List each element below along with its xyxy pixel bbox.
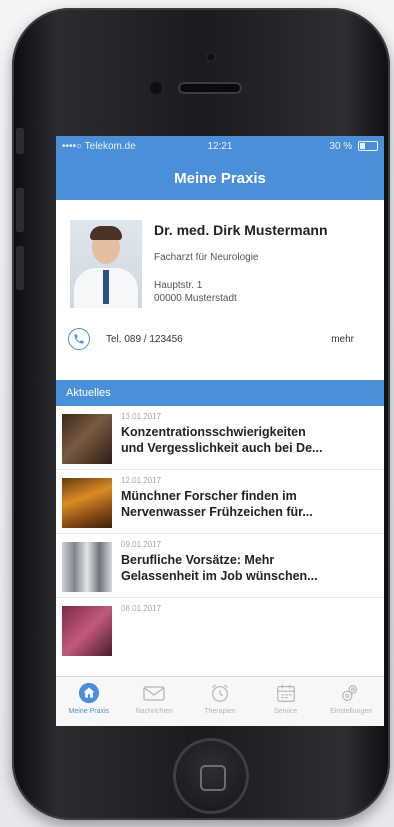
news-thumbnail	[62, 478, 112, 528]
phone-number-link[interactable]: Tel. 089 / 123456	[106, 334, 331, 345]
news-thumbnail	[62, 606, 112, 656]
news-item[interactable]: 12.01.2017 Münchner Forscher finden im N…	[56, 470, 384, 534]
news-date: 12.01.2017	[121, 476, 162, 485]
home-icon	[78, 682, 99, 704]
news-section-header: Aktuelles	[56, 380, 384, 406]
phone-icon[interactable]	[68, 328, 90, 350]
doctor-profile: Dr. med. Dirk Mustermann Facharzt für Ne…	[56, 200, 384, 320]
news-date: 09.01.2017	[121, 540, 162, 549]
news-date: 13.01.2017	[121, 412, 162, 421]
news-thumbnail	[62, 542, 112, 592]
proximity-sensor	[206, 52, 216, 62]
calendar-icon	[276, 684, 295, 702]
tab-service[interactable]: Service	[253, 677, 319, 726]
news-thumbnail	[62, 414, 112, 464]
battery-icon	[357, 140, 378, 151]
phone-device: ••••○ Telekom.de 12:21 30 % Meine Praxis	[12, 8, 390, 820]
more-link[interactable]: mehr	[331, 334, 354, 345]
doctor-info: Dr. med. Dirk Mustermann Facharzt für Ne…	[142, 220, 328, 320]
doctor-photo	[70, 220, 142, 308]
doctor-name: Dr. med. Dirk Mustermann	[154, 222, 328, 238]
carrier-label: ••••○ Telekom.de	[62, 140, 136, 152]
tab-label: Einstellungen	[330, 708, 373, 715]
news-title: Münchner Forscher finden im Nervenwasser…	[121, 489, 313, 519]
news-item[interactable]: 08.01.2017	[56, 598, 384, 662]
news-title: Berufliche Vorsätze: Mehr Gelassenheit i…	[121, 553, 318, 583]
address-city: 00000 Musterstadt	[154, 293, 237, 304]
battery-indicator: 30 %	[273, 141, 378, 152]
app-screen: ••••○ Telekom.de 12:21 30 % Meine Praxis	[56, 136, 384, 726]
volume-down-button	[16, 246, 24, 290]
tab-einstellungen[interactable]: Einstellungen	[318, 677, 384, 726]
tab-nachrichten[interactable]: Nachrichten	[122, 677, 188, 726]
volume-up-button	[16, 188, 24, 232]
front-camera	[150, 82, 162, 94]
mute-switch	[16, 128, 24, 154]
doctor-specialty: Facharzt für Neurologie	[154, 252, 259, 263]
battery-percent: 30 %	[329, 140, 353, 152]
tab-label: Meine Praxis	[68, 708, 110, 715]
tab-label: Service	[273, 708, 298, 715]
tab-label: Therapien	[204, 708, 236, 715]
home-button[interactable]	[173, 738, 249, 814]
news-item[interactable]: 09.01.2017 Berufliche Vorsätze: Mehr Gel…	[56, 534, 384, 598]
envelope-icon	[143, 686, 166, 701]
tab-therapien[interactable]: Therapien	[187, 677, 253, 726]
tab-bar: Meine Praxis Nachrichten Therapien Servi…	[56, 676, 384, 726]
page-title: Meine Praxis	[174, 169, 266, 187]
earpiece-speaker	[178, 82, 242, 94]
news-title: Konzentrationsschwierigkeiten und Verges…	[121, 425, 323, 455]
doctor-address: Hauptstr. 1 00000 Musterstadt	[154, 279, 328, 305]
tab-label: Nachrichten	[135, 708, 174, 715]
alarm-clock-icon	[212, 684, 228, 702]
tab-meine-praxis[interactable]: Meine Praxis	[56, 677, 122, 726]
status-bar: ••••○ Telekom.de 12:21 30 %	[56, 136, 384, 156]
contact-row[interactable]: Tel. 089 / 123456 mehr	[56, 320, 384, 358]
background: ••••○ Telekom.de 12:21 30 % Meine Praxis	[0, 0, 394, 827]
section-title: Aktuelles	[66, 387, 111, 399]
nav-bar: Meine Praxis	[56, 156, 384, 200]
news-item[interactable]: 13.01.2017 Konzentrationsschwierigkeiten…	[56, 406, 384, 470]
status-time: 12:21	[207, 140, 233, 152]
gear-icon	[342, 685, 358, 701]
news-date: 08.01.2017	[121, 604, 162, 613]
address-street: Hauptstr. 1	[154, 280, 203, 291]
